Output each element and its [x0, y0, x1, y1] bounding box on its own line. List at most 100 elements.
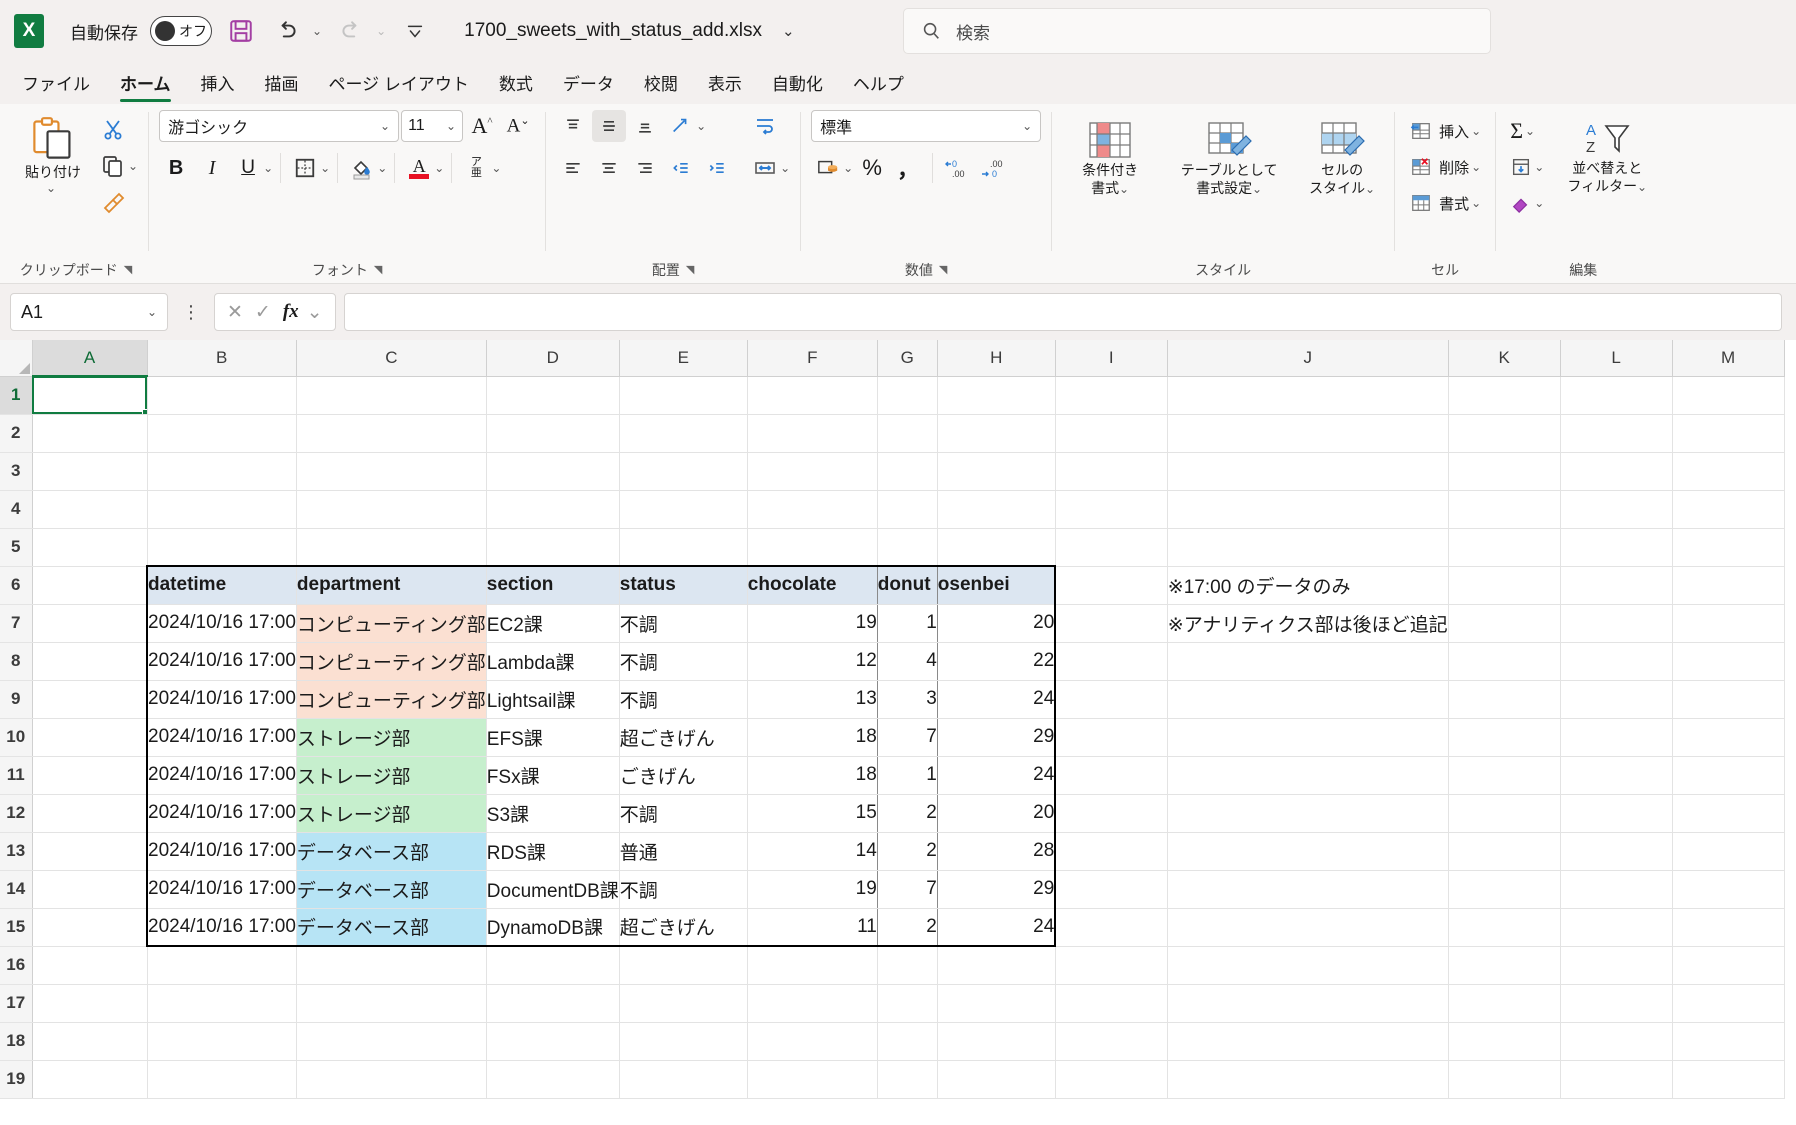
cell-L18[interactable] — [1560, 1022, 1673, 1061]
cell-L3[interactable] — [1560, 452, 1673, 491]
cell-B12[interactable]: 2024/10/16 17:00 — [145, 794, 297, 833]
cell-K14[interactable] — [1448, 870, 1561, 909]
tab-formulas[interactable]: 数式 — [485, 64, 547, 104]
row-header-19[interactable]: 19 — [0, 1060, 33, 1099]
formula-input[interactable] — [343, 293, 1782, 331]
cell-E8[interactable]: 不調 — [619, 642, 748, 681]
column-header-g[interactable]: G — [877, 340, 938, 377]
document-title[interactable]: 1700_sweets_with_status_add.xlsx — [464, 20, 762, 42]
cell-F6[interactable]: chocolate — [747, 565, 878, 605]
align-center-button[interactable] — [592, 152, 626, 184]
fill-color-chevron-down-icon[interactable]: ⌄ — [377, 161, 387, 175]
cell-C6[interactable]: department — [296, 565, 487, 605]
percent-style-button[interactable]: % — [855, 152, 889, 184]
cell-G12[interactable]: 2 — [877, 794, 938, 833]
underline-button[interactable]: U — [231, 152, 265, 184]
cell-G1[interactable] — [877, 376, 938, 415]
cell-G14[interactable]: 7 — [877, 870, 938, 909]
decrease-decimal-button[interactable]: 0 .00 — [940, 152, 974, 184]
cell-E10[interactable]: 超ごきげん — [619, 718, 748, 757]
cell-I4[interactable] — [1055, 490, 1168, 529]
cell-A9[interactable] — [32, 680, 148, 719]
cell-I7[interactable] — [1055, 604, 1168, 643]
cell-B19[interactable] — [147, 1060, 297, 1099]
cell-A8[interactable] — [32, 642, 148, 681]
fill-chevron-down-icon[interactable]: ⌄ — [1534, 160, 1544, 174]
cell-L2[interactable] — [1560, 414, 1673, 453]
cell-J10[interactable] — [1167, 718, 1449, 757]
cell-M16[interactable] — [1672, 946, 1785, 985]
document-title-chevron-down-icon[interactable]: ⌄ — [782, 22, 795, 40]
cell-F5[interactable] — [747, 528, 878, 567]
cell-F3[interactable] — [747, 452, 878, 491]
column-header-a[interactable]: A — [32, 340, 148, 377]
row-header-13[interactable]: 13 — [0, 832, 33, 871]
cell-C18[interactable] — [296, 1022, 487, 1061]
cell-H15[interactable]: 24 — [937, 908, 1057, 947]
font-dialog-launcher[interactable]: ◥ — [374, 257, 382, 283]
cellstyle-chevron-down-icon[interactable]: ⌄ — [1365, 182, 1375, 196]
cell-G7[interactable]: 1 — [877, 604, 938, 643]
borders-button[interactable] — [288, 152, 322, 184]
align-left-button[interactable] — [556, 152, 590, 184]
cell-D17[interactable] — [486, 984, 620, 1023]
cell-L9[interactable] — [1560, 680, 1673, 719]
cell-H13[interactable]: 28 — [937, 832, 1057, 871]
cell-I10[interactable] — [1055, 718, 1168, 757]
cell-H7[interactable]: 20 — [937, 604, 1057, 643]
table-chevron-down-icon[interactable]: ⌄ — [1252, 182, 1262, 196]
conditional-chevron-down-icon[interactable]: ⌄ — [1119, 182, 1129, 196]
increase-decimal-button[interactable]: .00 0 — [976, 152, 1010, 184]
merge-and-center-button[interactable] — [748, 152, 782, 184]
merge-chevron-down-icon[interactable]: ⌄ — [780, 161, 790, 175]
cell-J17[interactable] — [1167, 984, 1449, 1023]
tab-view[interactable]: 表示 — [694, 64, 756, 104]
cell-I16[interactable] — [1055, 946, 1168, 985]
name-box[interactable]: A1 ⌄ — [10, 293, 168, 331]
cell-D1[interactable] — [486, 376, 620, 415]
cell-F1[interactable] — [747, 376, 878, 415]
cell-F19[interactable] — [747, 1060, 878, 1099]
fill-color-button[interactable] — [345, 152, 379, 184]
cell-L14[interactable] — [1560, 870, 1673, 909]
cell-I17[interactable] — [1055, 984, 1168, 1023]
wrap-text-button[interactable] — [748, 110, 782, 142]
cell-A11[interactable] — [32, 756, 148, 795]
cell-F12[interactable]: 15 — [747, 794, 878, 833]
cell-B14[interactable]: 2024/10/16 17:00 — [145, 870, 297, 909]
column-header-d[interactable]: D — [486, 340, 620, 377]
cell-J1[interactable] — [1167, 376, 1449, 415]
cell-M15[interactable] — [1672, 908, 1785, 947]
cell-E3[interactable] — [619, 452, 748, 491]
cell-M13[interactable] — [1672, 832, 1785, 871]
cell-E6[interactable]: status — [619, 565, 748, 605]
cell-D8[interactable]: Lambda課 — [486, 642, 620, 681]
cell-C17[interactable] — [296, 984, 487, 1023]
cell-H6[interactable]: osenbei — [937, 565, 1057, 605]
cell-B17[interactable] — [147, 984, 297, 1023]
cell-J6[interactable]: ※17:00 のデータのみ — [1167, 566, 1449, 605]
cell-D14[interactable]: DocumentDB課 — [486, 870, 620, 909]
cell-A1[interactable] — [32, 376, 148, 415]
cell-A3[interactable] — [32, 452, 148, 491]
cell-G15[interactable]: 2 — [877, 908, 938, 947]
format-chevron-down-icon[interactable]: ⌄ — [1471, 196, 1481, 210]
cell-G10[interactable]: 7 — [877, 718, 938, 757]
cell-E15[interactable]: 超ごきげん — [619, 908, 748, 947]
cell-C19[interactable] — [296, 1060, 487, 1099]
paste-chevron-down-icon[interactable]: ⌄ — [46, 181, 56, 196]
cell-M3[interactable] — [1672, 452, 1785, 491]
number-format-combobox[interactable]: 標準 ⌄ — [811, 110, 1042, 142]
cell-I3[interactable] — [1055, 452, 1168, 491]
cell-J4[interactable] — [1167, 490, 1449, 529]
row-header-16[interactable]: 16 — [0, 946, 33, 985]
cell-G11[interactable]: 1 — [877, 756, 938, 795]
cell-F17[interactable] — [747, 984, 878, 1023]
cell-G3[interactable] — [877, 452, 938, 491]
font-size-chevron-down-icon[interactable]: ⌄ — [446, 119, 456, 133]
cell-K15[interactable] — [1448, 908, 1561, 947]
cell-H10[interactable]: 29 — [937, 718, 1057, 757]
cell-C12[interactable]: ストレージ部 — [296, 794, 487, 833]
cell-I13[interactable] — [1055, 832, 1168, 871]
cell-L16[interactable] — [1560, 946, 1673, 985]
